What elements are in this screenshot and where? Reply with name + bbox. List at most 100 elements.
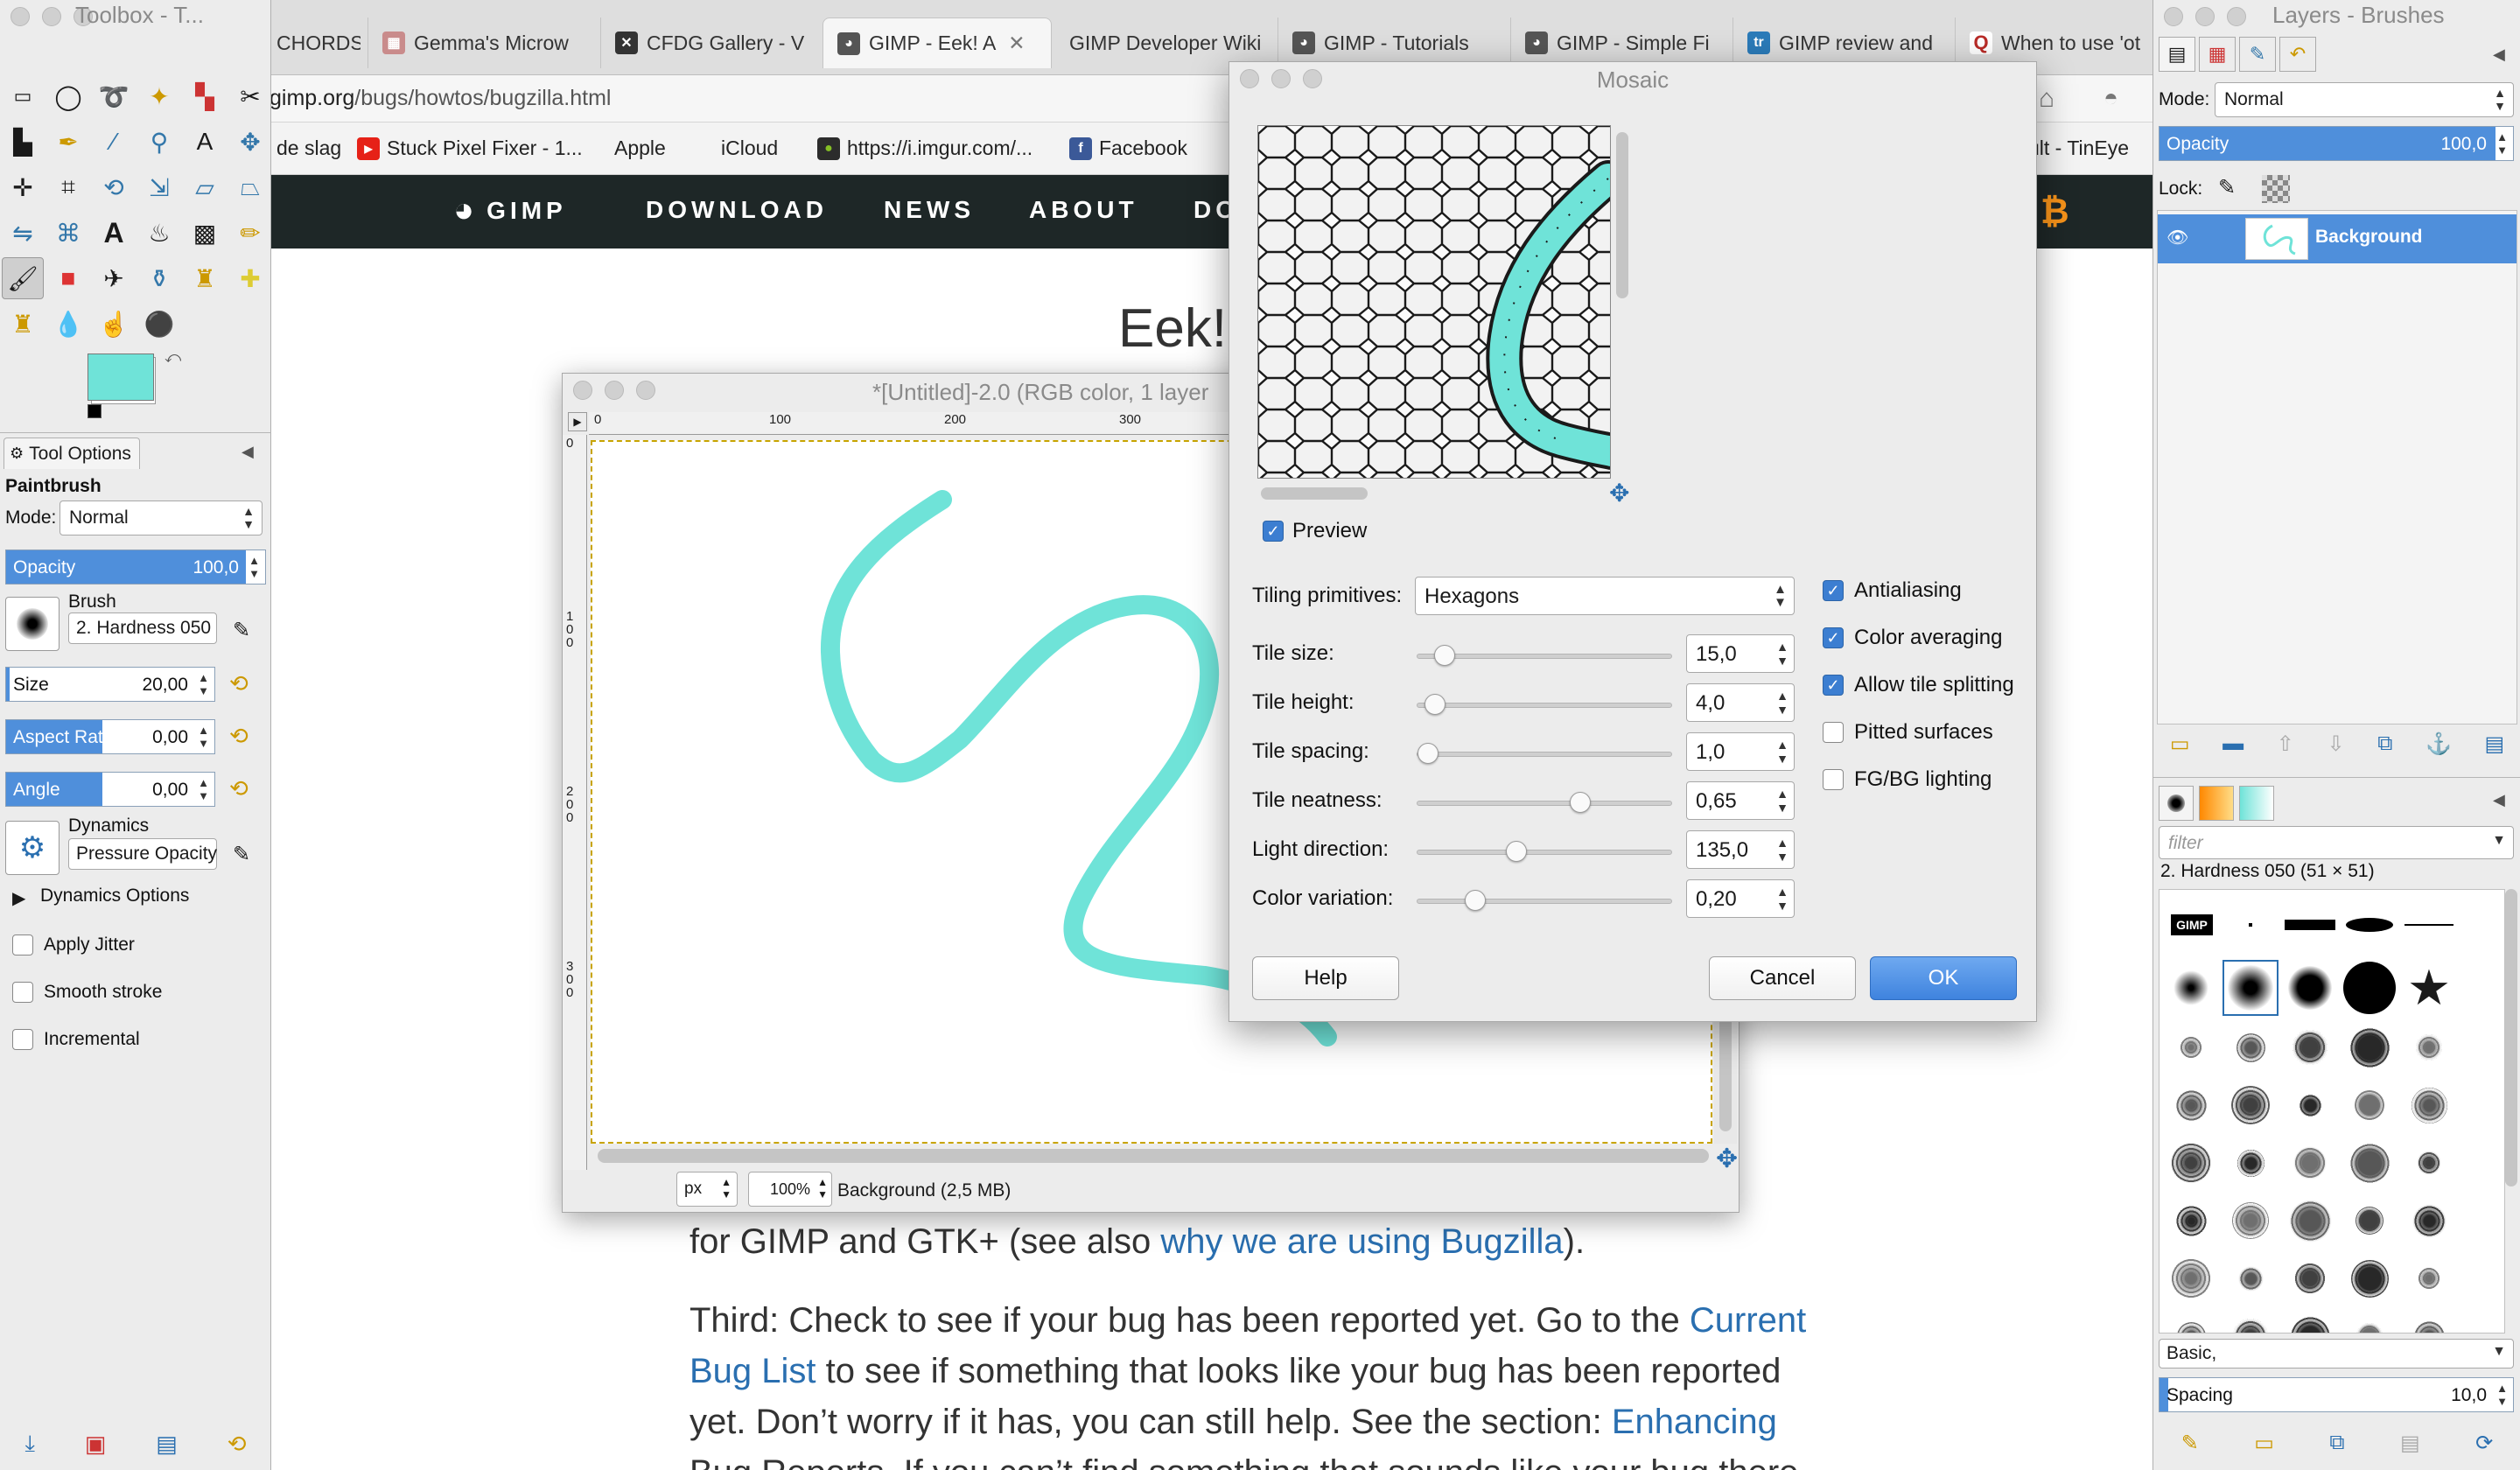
refresh-brushes-icon[interactable]: ⟳ bbox=[2475, 1431, 2493, 1456]
paths-tool-icon[interactable]: ✒ bbox=[47, 121, 89, 163]
tab-chords[interactable]: CHORDS bbox=[262, 18, 360, 68]
color-select-tool-icon[interactable]: ▚ bbox=[184, 75, 226, 117]
nav-news[interactable]: NEWS bbox=[884, 196, 975, 224]
why-bugzilla-link[interactable]: why we are using Bugzilla bbox=[1160, 1222, 1563, 1261]
apply-jitter-checkbox[interactable] bbox=[12, 934, 33, 956]
airbrush-tool-icon[interactable]: ✈ bbox=[93, 257, 135, 299]
brush-hardness-050[interactable] bbox=[2222, 960, 2278, 1016]
swap-colors-icon[interactable]: ⤺ bbox=[164, 348, 181, 367]
quick-mask-menu-icon[interactable]: ▶ bbox=[568, 412, 587, 431]
slider-track[interactable] bbox=[1417, 743, 1672, 764]
channels-tab-icon[interactable]: ▦ bbox=[2199, 37, 2236, 72]
default-colors-icon[interactable] bbox=[88, 404, 102, 418]
layer-opacity-slider[interactable]: Opacity 100,0 ▲ ▼ bbox=[2159, 126, 2514, 161]
shear-tool-icon[interactable]: ▱ bbox=[184, 166, 226, 208]
brush-splatter[interactable] bbox=[2342, 1019, 2398, 1075]
help-button[interactable]: Help bbox=[1252, 956, 1399, 1000]
slider-knob[interactable] bbox=[1505, 841, 1527, 862]
brush-ellipse[interactable] bbox=[2342, 897, 2398, 953]
tab-cfdg[interactable]: ✕ CFDG Gallery - V bbox=[600, 18, 819, 68]
preview-vscroll[interactable] bbox=[1616, 132, 1628, 298]
undo-tab-icon[interactable]: ↶ bbox=[2279, 37, 2316, 72]
reset-angle-icon[interactable]: ⟲ bbox=[229, 775, 248, 802]
option-checkbox[interactable]: ✓ bbox=[1823, 675, 1844, 696]
duplicate-brush-icon[interactable]: ⧉ bbox=[2329, 1431, 2344, 1455]
slider-value-field[interactable]: 0,20 ▲ ▼ bbox=[1686, 879, 1795, 918]
bookmark-apple[interactable]: Apple bbox=[607, 136, 666, 160]
enhancing-link[interactable]: Enhancing bbox=[1612, 1403, 1777, 1441]
brush-splatter[interactable] bbox=[2401, 1077, 2457, 1133]
zoom-tool-icon[interactable]: ⚲ bbox=[138, 121, 180, 163]
brush-splatter[interactable] bbox=[2282, 1250, 2338, 1306]
smudge-tool-icon[interactable]: ☝ bbox=[93, 303, 135, 345]
close-icon[interactable] bbox=[2164, 7, 2183, 26]
current-bug-list-link[interactable]: Bug List bbox=[690, 1352, 816, 1390]
brush-splatter[interactable] bbox=[2282, 1193, 2338, 1249]
nav-download[interactable]: DOWNLOAD bbox=[646, 196, 828, 224]
expander-icon[interactable]: ▶ bbox=[12, 887, 25, 909]
slider-track[interactable] bbox=[1417, 792, 1672, 813]
close-tab-icon[interactable]: ✕ bbox=[1008, 32, 1025, 55]
brush-splatter[interactable] bbox=[2401, 1135, 2457, 1191]
size-slider[interactable]: Size 20,00 ▲ ▼ bbox=[5, 667, 215, 702]
cancel-button[interactable]: Cancel bbox=[1709, 956, 1856, 1000]
close-icon[interactable] bbox=[10, 7, 30, 26]
brush-preset-select[interactable]: Basic, ▼ bbox=[2159, 1339, 2514, 1368]
slider-track[interactable] bbox=[1417, 890, 1672, 911]
minimize-icon[interactable] bbox=[42, 7, 61, 26]
brush-splatter[interactable] bbox=[2222, 1250, 2278, 1306]
dynamics-field[interactable]: Pressure Opacity bbox=[68, 838, 217, 870]
zoom-select[interactable]: 100% ▲ ▼ bbox=[748, 1172, 832, 1207]
rect-select-tool-icon[interactable]: ▭ bbox=[2, 75, 44, 117]
brush-line[interactable] bbox=[2401, 897, 2457, 953]
flip-tool-icon[interactable]: ⇋ bbox=[2, 212, 44, 254]
ellipse-select-tool-icon[interactable]: ◯ bbox=[47, 75, 89, 117]
brush-splatter[interactable] bbox=[2222, 1019, 2278, 1075]
slider-value-field[interactable]: 135,0 ▲ ▼ bbox=[1686, 830, 1795, 869]
brush-splatter[interactable] bbox=[2342, 1077, 2398, 1133]
slider-knob[interactable] bbox=[1570, 792, 1592, 813]
gradients-tab-icon[interactable] bbox=[2239, 786, 2274, 821]
color-picker-tool-icon[interactable]: ⁄ bbox=[93, 121, 135, 163]
brush-splatter[interactable] bbox=[2401, 1019, 2457, 1075]
brush-hardness-075[interactable] bbox=[2282, 960, 2338, 1016]
brush-splatter[interactable] bbox=[2222, 1308, 2278, 1333]
brush-splatter[interactable] bbox=[2163, 1077, 2219, 1133]
fuzzy-select-tool-icon[interactable]: ✦ bbox=[138, 75, 180, 117]
option-checkbox[interactable]: ✓ bbox=[1823, 580, 1844, 601]
slider-knob[interactable] bbox=[1464, 890, 1486, 911]
lock-pixels-icon[interactable]: ✎ bbox=[2218, 175, 2236, 200]
layer-mode-select[interactable]: Normal ▲ ▼ bbox=[2215, 82, 2514, 117]
scale-tool-icon[interactable]: ⇲ bbox=[138, 166, 180, 208]
eraser-tool-icon[interactable]: ■ bbox=[47, 257, 89, 299]
slider-track[interactable] bbox=[1417, 694, 1672, 715]
brush-splatter[interactable] bbox=[2222, 1135, 2278, 1191]
brush-splatter[interactable] bbox=[2401, 1308, 2457, 1333]
url-field[interactable]: gimp.org/bugs/howtos/bugzilla.html bbox=[270, 86, 611, 111]
current-bug-list-link[interactable]: Current bbox=[1690, 1301, 1806, 1340]
heal-tool-icon[interactable]: ✚ bbox=[229, 257, 271, 299]
navigate-icon[interactable]: ✥ bbox=[1716, 1144, 1738, 1174]
brush-splatter[interactable] bbox=[2342, 1308, 2398, 1333]
brushes-tab-icon[interactable] bbox=[2159, 786, 2194, 821]
bookmark-de-slag[interactable]: de slag bbox=[276, 136, 341, 160]
slider-track[interactable] bbox=[1417, 645, 1672, 666]
slider-knob[interactable] bbox=[1418, 743, 1438, 764]
brush-splatter[interactable] bbox=[2163, 1193, 2219, 1249]
close-icon[interactable] bbox=[573, 381, 592, 400]
edit-brush-icon[interactable]: ✎ bbox=[2181, 1431, 2199, 1456]
configure-tab-icon[interactable]: ◀ bbox=[242, 443, 254, 461]
ok-button[interactable]: OK bbox=[1870, 956, 2017, 1000]
brush-splatter[interactable] bbox=[2163, 1135, 2219, 1191]
bookmark-facebook[interactable]: f Facebook bbox=[1069, 136, 1187, 160]
brush-splatter[interactable] bbox=[2342, 1135, 2398, 1191]
foreground-color-swatch[interactable] bbox=[88, 354, 154, 401]
slider-value-field[interactable]: 4,0 ▲ ▼ bbox=[1686, 683, 1795, 722]
perspective-tool-icon[interactable]: ⏢ bbox=[229, 166, 271, 208]
anchor-layer-icon[interactable]: ⚓ bbox=[2426, 732, 2452, 757]
minimize-icon[interactable] bbox=[2195, 7, 2215, 26]
site-logo[interactable]: ◕ GIMP bbox=[453, 191, 567, 230]
new-group-icon[interactable]: ▬ bbox=[2222, 732, 2244, 756]
edit-brush-icon[interactable]: ✎ bbox=[233, 618, 250, 643]
home-icon[interactable]: ⌂ bbox=[2039, 84, 2054, 114]
